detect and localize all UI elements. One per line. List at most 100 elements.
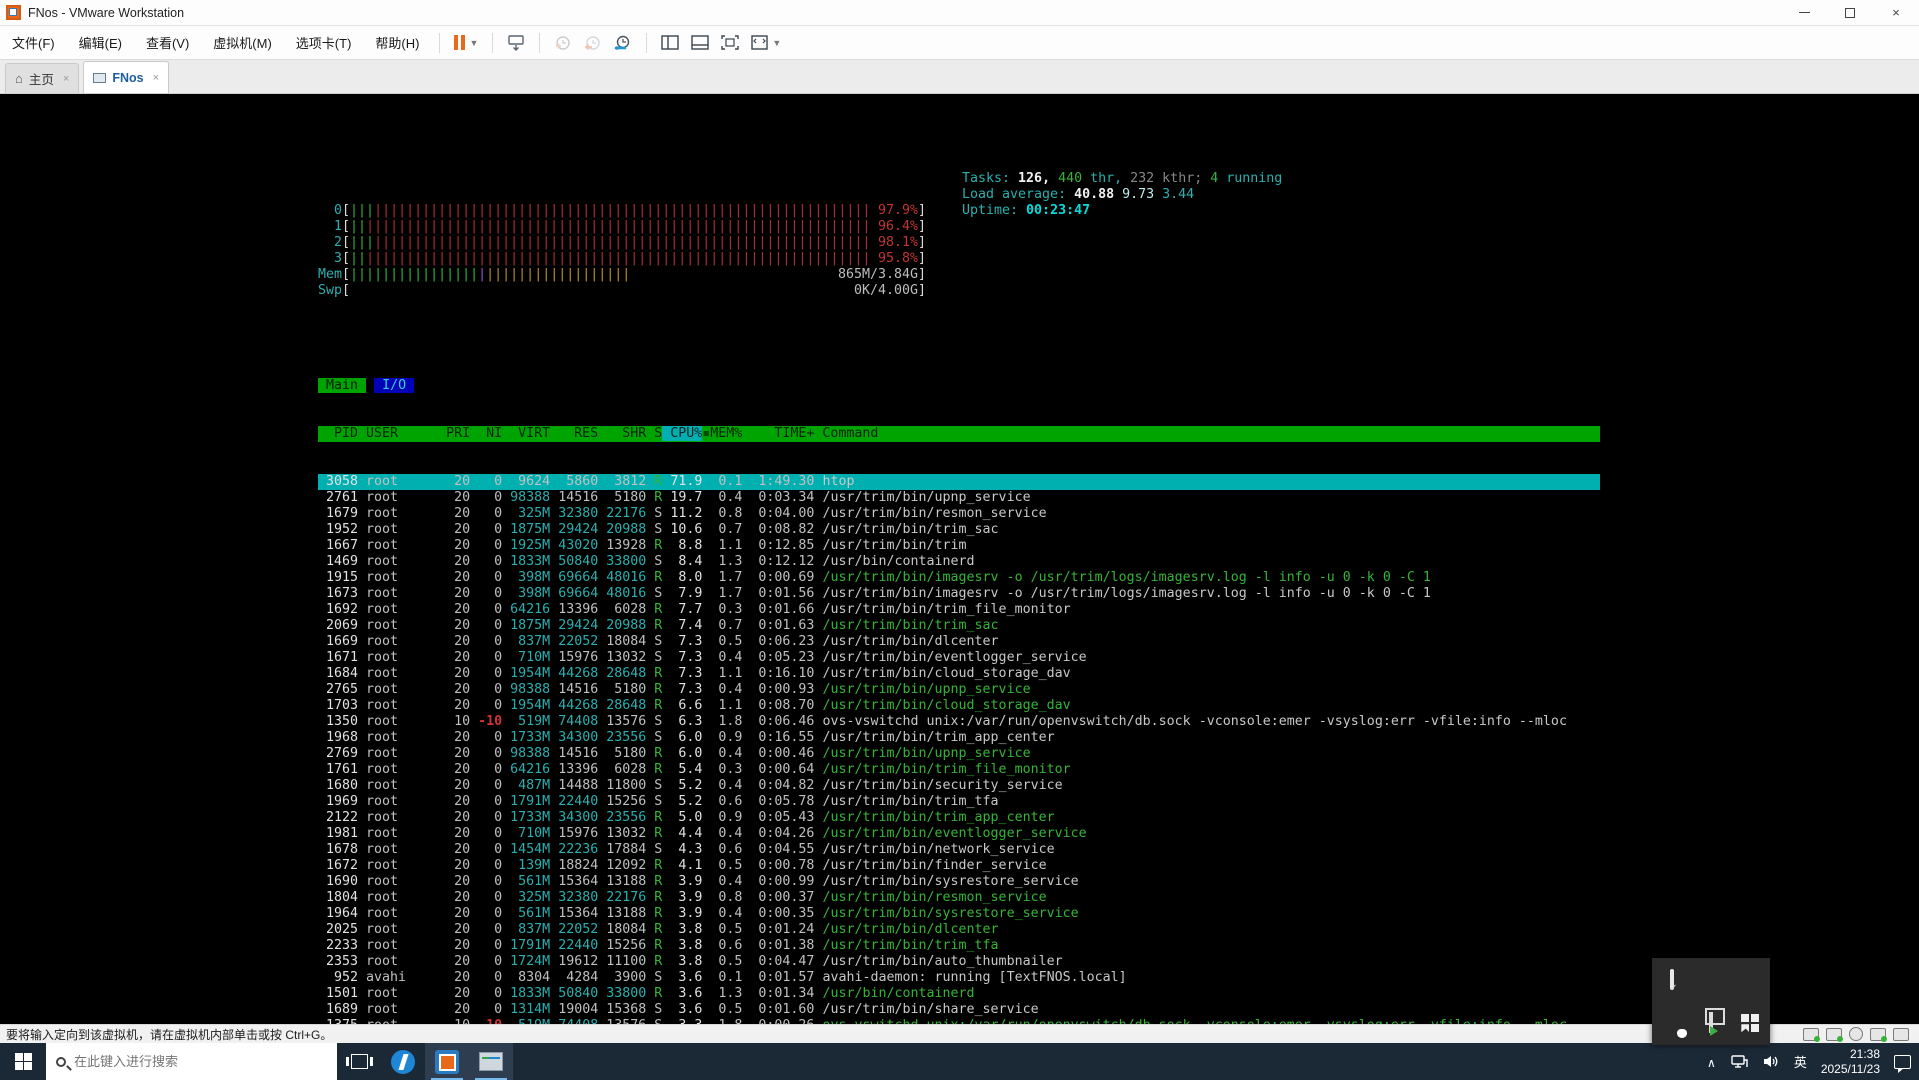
- process-row[interactable]: 1669 root 20 0 837M 22052 18084 S 7.3 0.…: [318, 634, 1600, 650]
- taskbar-search[interactable]: [46, 1043, 337, 1080]
- process-row[interactable]: 2122 root 20 0 1733M 34300 23556 R 5.0 0…: [318, 810, 1600, 826]
- network-device-icon[interactable]: [1870, 1027, 1887, 1042]
- show-library-panel-button[interactable]: [655, 30, 685, 56]
- process-row[interactable]: 1761 root 20 0 64216 13396 6028 R 5.4 0.…: [318, 762, 1600, 778]
- process-row[interactable]: 1915 root 20 0 398M 69664 48016 R 8.0 1.…: [318, 570, 1600, 586]
- htop-info-column: Tasks: 126, 440 thr, 232 kthr; 4 running…: [962, 171, 1282, 219]
- tab-fnos[interactable]: FNos ×: [83, 61, 169, 93]
- menu-item[interactable]: 查看(V): [134, 26, 201, 59]
- close-button[interactable]: ×: [1873, 0, 1919, 25]
- usb-drive-icon[interactable]: [1669, 968, 1674, 990]
- apps-grid-icon[interactable]: [1741, 1014, 1760, 1033]
- process-row[interactable]: 1968 root 20 0 1733M 34300 23556 S 6.0 0…: [318, 730, 1600, 746]
- ime-indicator[interactable]: 英: [1794, 1052, 1807, 1071]
- process-row[interactable]: 1689 root 20 0 1314M 19004 15368 S 3.6 0…: [318, 1002, 1600, 1018]
- vmware-titlebar: FNos - VMware Workstation ×: [0, 0, 1919, 26]
- process-row[interactable]: 2353 root 20 0 1724M 19612 11100 R 3.8 0…: [318, 954, 1600, 970]
- task-view-button[interactable]: [337, 1043, 381, 1080]
- cdrom-device-icon[interactable]: [1849, 1027, 1863, 1041]
- screen-share-icon[interactable]: [1708, 1012, 1713, 1034]
- send-ctrl-alt-del-button[interactable]: [501, 30, 531, 56]
- menu-item[interactable]: 文件(F): [0, 26, 67, 59]
- menu-item[interactable]: 虚拟机(M): [201, 26, 284, 59]
- tab-home[interactable]: ⌂ 主页 ×: [5, 63, 80, 93]
- process-row[interactable]: 1672 root 20 0 139M 18824 12092 R 4.1 0.…: [318, 858, 1600, 874]
- process-row[interactable]: 1469 root 20 0 1833M 50840 33800 S 8.4 1…: [318, 554, 1600, 570]
- harddisk-device-icon[interactable]: [1803, 1027, 1820, 1042]
- process-row[interactable]: 1667 root 20 0 1925M 43020 13928 R 8.8 1…: [318, 538, 1600, 554]
- start-button[interactable]: [0, 1043, 46, 1080]
- statusbar-message: 要将输入定向到该虚拟机，请在虚拟机内部单击或按 Ctrl+G。: [6, 1027, 333, 1042]
- process-row[interactable]: 1952 root 20 0 1875M 29424 20988 S 10.6 …: [318, 522, 1600, 538]
- taskbar-clock[interactable]: 21:38 2025/11/23: [1821, 1047, 1880, 1077]
- taskbar-app-monitor[interactable]: [469, 1043, 513, 1080]
- usb-device-icon[interactable]: [1893, 1027, 1909, 1041]
- take-snapshot-button[interactable]: [548, 30, 578, 56]
- process-row[interactable]: 1692 root 20 0 64216 13396 6028 R 7.7 0.…: [318, 602, 1600, 618]
- cpu-meter-1: 1[||||||||||||||||||||||||||||||||||||||…: [318, 219, 927, 234]
- process-row[interactable]: 1680 root 20 0 487M 14488 11800 S 5.2 0.…: [318, 778, 1600, 794]
- window-title: FNos - VMware Workstation: [28, 5, 185, 20]
- tab-close-icon[interactable]: ×: [63, 73, 69, 85]
- memory-meter: Mem[||||||||||||||||||||||||||||||||||| 8…: [318, 267, 927, 282]
- process-row[interactable]: 952 avahi 20 0 8304 4284 3900 S 3.6 0.1 …: [318, 970, 1600, 986]
- vm-console-screen[interactable]: 0[||||||||||||||||||||||||||||||||||||||…: [0, 94, 1919, 1024]
- htop-info-line: Load average: 40.88 9.73 3.44: [962, 187, 1195, 202]
- process-row[interactable]: 1678 root 20 0 1454M 22236 17884 S 4.3 0…: [318, 842, 1600, 858]
- task-view-icon: [345, 1054, 373, 1069]
- snapshot-manager-button[interactable]: [608, 30, 638, 56]
- sort-column-cpu: CPU%: [662, 426, 703, 441]
- swap-meter: Swp[0K/4.00G]: [318, 283, 927, 298]
- process-row[interactable]: 2233 root 20 0 1791M 22440 15256 R 3.8 0…: [318, 938, 1600, 954]
- htop-table-header[interactable]: PID USER PRI NI VIRT RES SHR S CPU%▪MEM%…: [318, 426, 1600, 442]
- process-row[interactable]: 1703 root 20 0 1954M 44268 28648 R 6.6 1…: [318, 698, 1600, 714]
- process-row[interactable]: 1673 root 20 0 398M 69664 48016 S 7.9 1.…: [318, 586, 1600, 602]
- process-row[interactable]: 1679 root 20 0 325M 32380 22176 S 11.2 0…: [318, 506, 1600, 522]
- revert-snapshot-button[interactable]: [578, 30, 608, 56]
- process-row[interactable]: 1350 root 10 -10 519M 74408 13576 S 6.3 …: [318, 714, 1600, 730]
- process-row[interactable]: 1804 root 20 0 325M 32380 22176 R 3.9 0.…: [318, 890, 1600, 906]
- cpu-meter-0: 0[||||||||||||||||||||||||||||||||||||||…: [318, 203, 927, 218]
- process-row[interactable]: 2761 root 20 0 98388 14516 5180 R 19.7 0…: [318, 490, 1600, 506]
- htop-tab-io[interactable]: I/O: [374, 378, 415, 393]
- pause-vm-button[interactable]: ▼: [448, 30, 484, 56]
- vmware-app-icon: [435, 1049, 459, 1074]
- console-view-button[interactable]: [715, 30, 745, 56]
- menu-item[interactable]: 帮助(H): [363, 26, 431, 59]
- process-row[interactable]: 2769 root 20 0 98388 14516 5180 R 6.0 0.…: [318, 746, 1600, 762]
- pause-dropdown-icon[interactable]: ▼: [469, 38, 478, 48]
- taskbar-app-bolt[interactable]: [381, 1043, 425, 1080]
- process-row[interactable]: 1964 root 20 0 561M 15364 13188 R 3.9 0.…: [318, 906, 1600, 922]
- process-row[interactable]: 2765 root 20 0 98388 14516 5180 R 7.3 0.…: [318, 682, 1600, 698]
- harddisk2-device-icon[interactable]: [1826, 1027, 1843, 1042]
- process-row[interactable]: 1501 root 20 0 1833M 50840 33800 R 3.6 1…: [318, 986, 1600, 1002]
- menu-item[interactable]: 编辑(E): [67, 26, 134, 59]
- screen: FNos - VMware Workstation × 文件(F) 编辑(E) 查看…: [0, 0, 1919, 1080]
- process-row[interactable]: 1969 root 20 0 1791M 22440 15256 S 5.2 0…: [318, 794, 1600, 810]
- process-row[interactable]: 3058 root 20 0 9624 5860 3812 R 71.9 0.1…: [318, 474, 1600, 490]
- windows-taskbar: ∧ 英 21:38 2025/11/23: [0, 1043, 1919, 1080]
- minimize-button[interactable]: [1781, 0, 1827, 25]
- search-input[interactable]: [74, 1054, 304, 1069]
- process-row[interactable]: 1690 root 20 0 561M 15364 13188 R 3.9 0.…: [318, 874, 1600, 890]
- taskbar-app-vmware[interactable]: [425, 1043, 469, 1080]
- maximize-button[interactable]: [1827, 0, 1873, 25]
- process-row[interactable]: 2025 root 20 0 837M 22052 18084 R 3.8 0.…: [318, 922, 1600, 938]
- process-row[interactable]: 1981 root 20 0 710M 15976 13032 R 4.4 0.…: [318, 826, 1600, 842]
- process-row[interactable]: 2069 root 20 0 1875M 29424 20988 R 7.4 0…: [318, 618, 1600, 634]
- menu-item[interactable]: 选项卡(T): [284, 26, 364, 59]
- volume-tray-icon[interactable]: [1762, 1054, 1780, 1069]
- action-center-icon[interactable]: [1894, 1054, 1911, 1073]
- fullscreen-button[interactable]: ▼: [745, 30, 787, 56]
- htop-process-list: 3058 root 20 0 9624 5860 3812 R 71.9 0.1…: [318, 474, 1600, 1024]
- network-tray-icon[interactable]: [1730, 1054, 1748, 1069]
- bolt-app-icon: [391, 1049, 415, 1074]
- process-row[interactable]: 1671 root 20 0 710M 15976 13032 S 7.3 0.…: [318, 650, 1600, 666]
- monitor-app-icon: [479, 1052, 503, 1071]
- fullscreen-dropdown-icon[interactable]: ▼: [772, 38, 781, 48]
- process-row[interactable]: 1684 root 20 0 1954M 44268 28648 R 7.3 1…: [318, 666, 1600, 682]
- hidden-icons-chevron[interactable]: ∧: [1707, 1056, 1716, 1070]
- tab-close-icon[interactable]: ×: [153, 72, 159, 84]
- htop-tab-main[interactable]: Main: [318, 378, 367, 393]
- show-thumbnail-panel-button[interactable]: [685, 30, 715, 56]
